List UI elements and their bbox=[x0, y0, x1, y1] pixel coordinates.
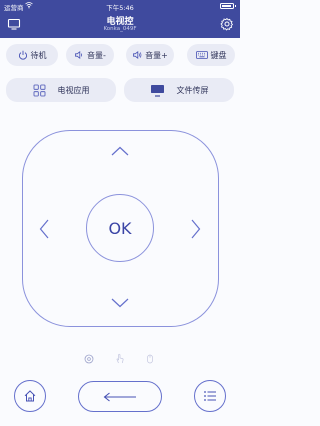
tv-apps-label: 电视应用 bbox=[57, 85, 90, 95]
back-arrow-icon bbox=[103, 392, 136, 401]
standby-button[interactable]: 待机 bbox=[6, 44, 58, 66]
menu-button[interactable] bbox=[194, 380, 226, 412]
mouse-mode-icon[interactable] bbox=[145, 354, 155, 364]
dpad-left-button[interactable] bbox=[39, 219, 49, 239]
home-button[interactable] bbox=[14, 380, 46, 412]
menu-list-icon bbox=[204, 391, 216, 401]
ok-button[interactable]: OK bbox=[86, 194, 154, 262]
file-cast-button[interactable]: 文件传屏 bbox=[124, 78, 234, 102]
file-cast-label: 文件传屏 bbox=[176, 85, 209, 95]
remote-mode-icon[interactable] bbox=[84, 354, 94, 364]
status-bar: 运营商 下午5:46 bbox=[0, 0, 240, 12]
back-button[interactable] bbox=[78, 381, 162, 412]
dpad-right-button[interactable] bbox=[191, 219, 201, 239]
standby-label: 待机 bbox=[30, 50, 47, 60]
keyboard-label: 键盘 bbox=[210, 50, 227, 60]
dpad-down-button[interactable] bbox=[111, 298, 129, 308]
monitor-cast-icon bbox=[150, 84, 164, 97]
battery-icon bbox=[220, 2, 236, 9]
device-name: Konka_049F bbox=[103, 26, 137, 32]
dpad-up-button[interactable] bbox=[111, 146, 129, 156]
power-icon bbox=[18, 50, 27, 60]
tv-apps-button[interactable]: 电视应用 bbox=[6, 78, 116, 102]
app-header: 电视控 Konka_049F bbox=[0, 11, 240, 38]
touch-mode-icon[interactable] bbox=[115, 353, 125, 364]
keyboard-button[interactable]: 键盘 bbox=[187, 44, 235, 66]
volume-up-label: 音量+ bbox=[145, 50, 168, 60]
gear-icon[interactable] bbox=[220, 16, 234, 31]
volume-up-button[interactable]: 音量+ bbox=[126, 44, 174, 66]
speaker-loud-icon bbox=[133, 50, 142, 60]
volume-down-label: 音量- bbox=[87, 50, 106, 60]
speaker-icon bbox=[75, 50, 83, 60]
app-grid-icon bbox=[33, 84, 45, 96]
volume-down-button[interactable]: 音量- bbox=[66, 44, 114, 66]
keyboard-icon bbox=[195, 51, 208, 59]
home-icon bbox=[24, 390, 36, 402]
